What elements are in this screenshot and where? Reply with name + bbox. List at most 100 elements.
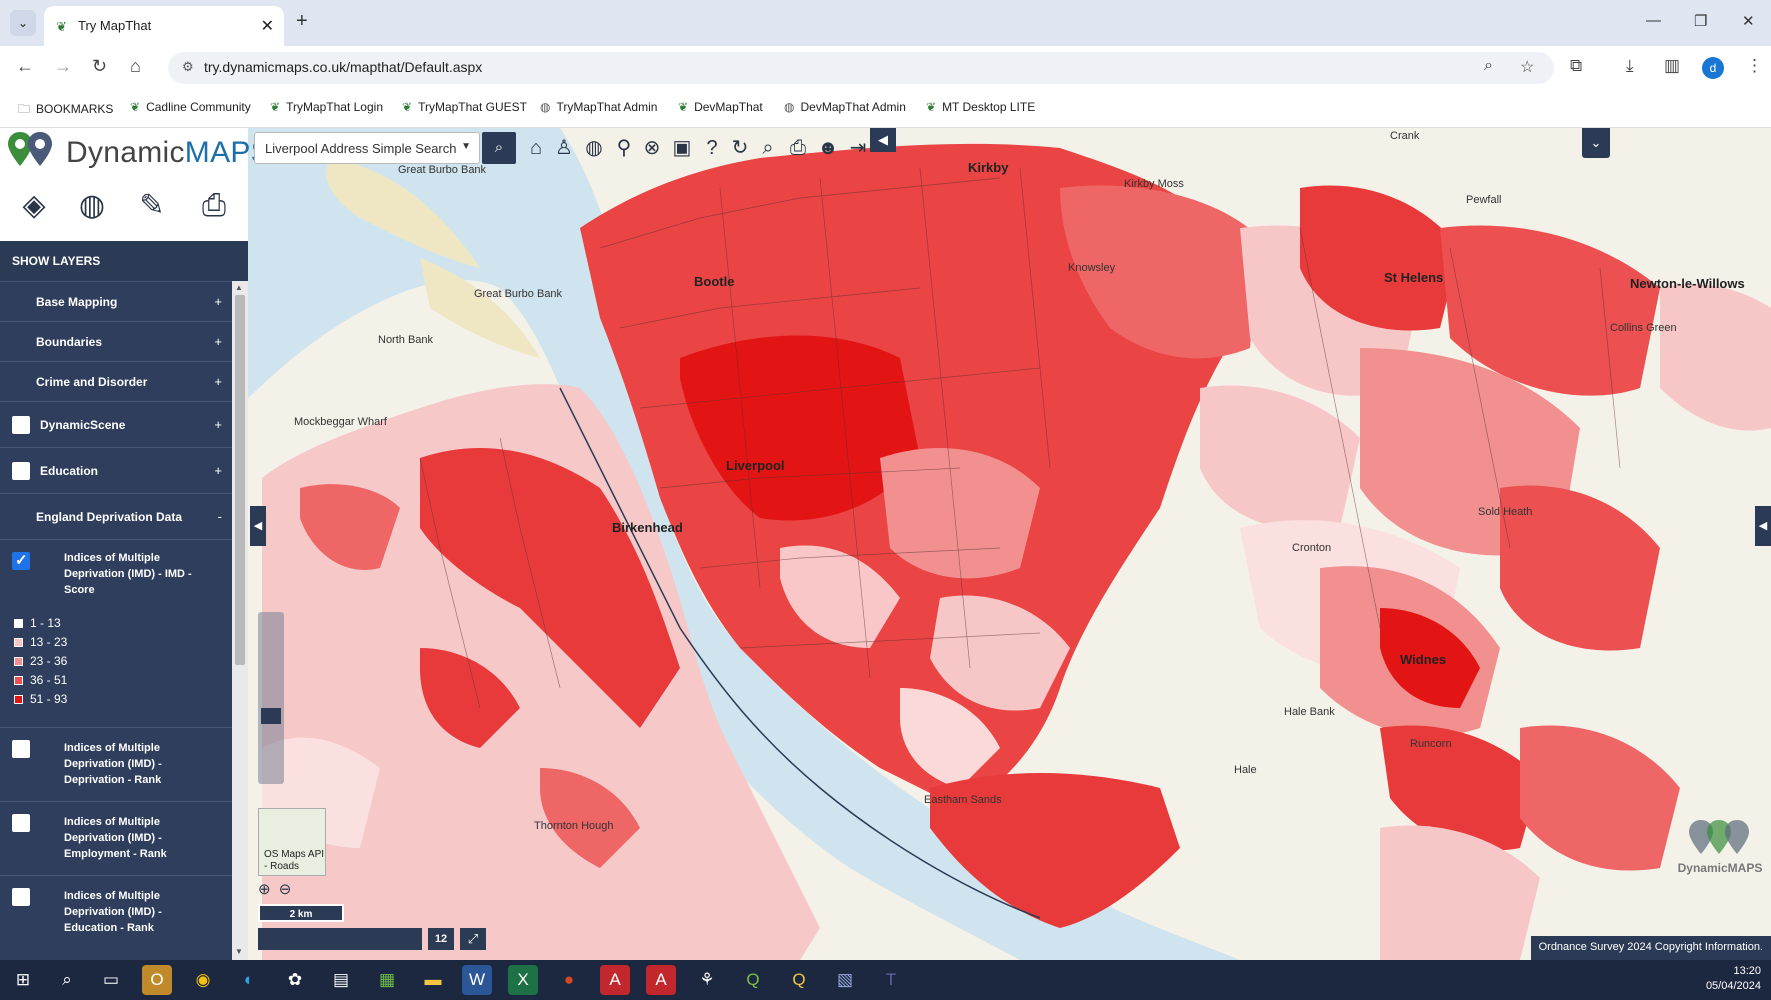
app-icon[interactable]: ✿ — [280, 965, 310, 995]
layer-group-boundaries[interactable]: Boundaries + — [0, 321, 232, 361]
layer-group-education[interactable]: Education + — [0, 447, 232, 493]
tab-close-icon[interactable]: ✕ — [261, 16, 274, 36]
layer-checkbox[interactable] — [12, 814, 30, 832]
minimize-button[interactable]: — — [1646, 12, 1661, 29]
window-icon[interactable]: ▣ — [668, 134, 696, 162]
zoom-slider-handle[interactable] — [261, 708, 281, 724]
zoom-out-icon[interactable]: ⊖ — [279, 881, 292, 898]
logout-icon[interactable]: ⇥ — [844, 134, 872, 162]
collapse-icon[interactable]: - — [218, 509, 222, 524]
globe-icon[interactable]: ◍ — [580, 134, 608, 162]
powerpoint-icon[interactable]: ● — [554, 965, 584, 995]
clear-icon[interactable]: ⊗ — [638, 134, 666, 162]
bookmark-item[interactable]: ❦ Cadline Community — [130, 100, 251, 114]
app-icon[interactable]: ▤ — [326, 965, 356, 995]
refresh-icon[interactable]: ↻ — [726, 134, 754, 162]
zoom-in-icon[interactable]: ⊕ — [258, 881, 271, 898]
expand-icon[interactable]: + — [214, 463, 222, 478]
edge-icon[interactable]: ◐ — [234, 965, 264, 995]
layer-group-deprivation[interactable]: England Deprivation Data - — [0, 493, 232, 539]
profile-avatar[interactable]: d — [1702, 57, 1724, 79]
word-icon[interactable]: W — [462, 965, 492, 995]
bookmark-star-icon[interactable]: ☆ — [1520, 57, 1534, 77]
fullscreen-icon[interactable]: ⤢ — [460, 928, 486, 950]
qgis-icon[interactable]: Q — [784, 965, 814, 995]
acrobat-icon[interactable]: A — [600, 965, 630, 995]
layer-group-crime[interactable]: Crime and Disorder + — [0, 361, 232, 401]
scroll-thumb[interactable] — [235, 295, 245, 665]
home-icon[interactable]: ⌂ — [522, 134, 550, 162]
downloads-icon[interactable]: ⤓ — [1626, 56, 1634, 76]
window-close-button[interactable]: ✕ — [1742, 12, 1755, 30]
collapse-toolbar-button[interactable]: ◀ — [870, 128, 896, 152]
users-icon[interactable]: ☻ — [814, 134, 842, 162]
layer-checkbox[interactable] — [12, 416, 30, 434]
sublayer-imd-employment-rank[interactable]: Indices of Multiple Deprivation (IMD) - … — [0, 801, 232, 875]
chrome-icon[interactable]: ◉ — [188, 965, 218, 995]
layer-group-base-mapping[interactable]: Base Mapping + — [0, 281, 232, 321]
back-button[interactable]: ← — [16, 56, 34, 77]
windows-start-icon[interactable]: ⊞ — [8, 965, 38, 995]
sublayer-imd-deprivation-rank[interactable]: Indices of Multiple Deprivation (IMD) - … — [0, 727, 232, 801]
print-icon[interactable]: ⎙ — [784, 134, 812, 162]
forward-button[interactable]: → — [54, 56, 72, 77]
scroll-up-icon[interactable]: ▲ — [235, 283, 243, 292]
task-view-icon[interactable]: ▭ — [96, 965, 126, 995]
browser-tab[interactable]: ❦ Try MapThat ✕ — [44, 6, 284, 46]
teams-icon[interactable]: T — [876, 965, 906, 995]
app-icon[interactable]: ▦ — [372, 965, 402, 995]
collapse-left-panel-button[interactable]: ◀ — [250, 506, 266, 546]
expand-icon[interactable]: + — [214, 294, 222, 309]
excel-icon[interactable]: X — [508, 965, 538, 995]
bookmark-item[interactable]: ❦ DevMapThat — [678, 100, 763, 114]
bookmark-item[interactable]: ❦ TryMapThat GUEST — [402, 100, 527, 114]
acrobat-icon[interactable]: A — [646, 965, 676, 995]
scroll-down-icon[interactable]: ▼ — [235, 947, 243, 956]
outlook-icon[interactable]: O — [142, 965, 172, 995]
extensions-icon[interactable]: ⧉ — [1570, 56, 1582, 76]
expand-right-panel-button[interactable]: ◀ — [1755, 506, 1771, 546]
collapse-right-panel-button[interactable]: ⌄ — [1582, 128, 1610, 158]
site-info-icon[interactable]: ⚙ — [182, 59, 194, 75]
app-icon[interactable]: ⚘ — [692, 965, 722, 995]
search-button[interactable]: ⌕ — [482, 132, 516, 164]
sublayer-imd-score[interactable]: Indices of Multiple Deprivation (IMD) - … — [0, 539, 232, 727]
bookmark-item[interactable]: ❦ TryMapThat Login — [270, 100, 383, 114]
help-icon[interactable]: ? — [698, 134, 726, 162]
globe-icon[interactable]: ◍ — [72, 186, 112, 226]
tab-search-button[interactable]: ⌄ — [10, 10, 36, 36]
address-bar[interactable]: ⚙ try.dynamicmaps.co.uk/mapthat/Default.… — [168, 52, 1554, 84]
street-view-icon[interactable]: ♙ — [550, 134, 578, 162]
new-tab-button[interactable]: + — [296, 10, 308, 33]
bookmark-folder[interactable]: 🗀 BOOKMARKS — [18, 100, 113, 121]
expand-icon[interactable]: + — [214, 417, 222, 432]
bookmark-item[interactable]: ❦ MT Desktop LITE — [926, 100, 1035, 114]
layers-icon[interactable]: ◈ — [14, 186, 54, 226]
search-icon[interactable]: ⌕ — [52, 965, 82, 995]
zoom-slider[interactable] — [258, 612, 284, 784]
expand-icon[interactable]: + — [214, 334, 222, 349]
side-panel-icon[interactable]: ▥ — [1664, 56, 1680, 76]
layer-checkbox[interactable] — [12, 462, 30, 480]
home-button[interactable]: ⌂ — [130, 56, 141, 77]
app-icon[interactable]: ▧ — [830, 965, 860, 995]
print-icon[interactable]: ⎙ — [194, 186, 234, 226]
browser-menu-icon[interactable]: ⋮ — [1746, 56, 1763, 76]
edit-icon[interactable]: ✎ — [132, 186, 172, 226]
restore-button[interactable]: ❐ — [1694, 12, 1707, 30]
file-explorer-icon[interactable]: ▬ — [418, 965, 448, 995]
map-pin-icon[interactable]: ⚲ — [610, 134, 638, 162]
basemap-switcher[interactable]: OS Maps API - Roads — [258, 808, 326, 876]
zoom-icon[interactable]: ⌕ — [1484, 57, 1493, 75]
copyright-notice[interactable]: Ordnance Survey 2024 Copyright Informati… — [1530, 936, 1771, 960]
layer-checkbox[interactable] — [12, 740, 30, 758]
layer-checkbox[interactable] — [12, 551, 30, 570]
expand-icon[interactable]: + — [214, 374, 222, 389]
system-clock[interactable]: 13:20 05/04/2024 — [1706, 964, 1761, 994]
query-icon[interactable]: ⌕ — [754, 134, 782, 162]
qgis-icon[interactable]: Q — [738, 965, 768, 995]
reload-button[interactable]: ↻ — [92, 56, 107, 77]
address-search-select[interactable]: Liverpool Address Simple Search ▼ — [254, 132, 480, 164]
layer-checkbox[interactable] — [12, 888, 30, 906]
sublayer-imd-education-rank[interactable]: Indices of Multiple Deprivation (IMD) - … — [0, 875, 232, 949]
